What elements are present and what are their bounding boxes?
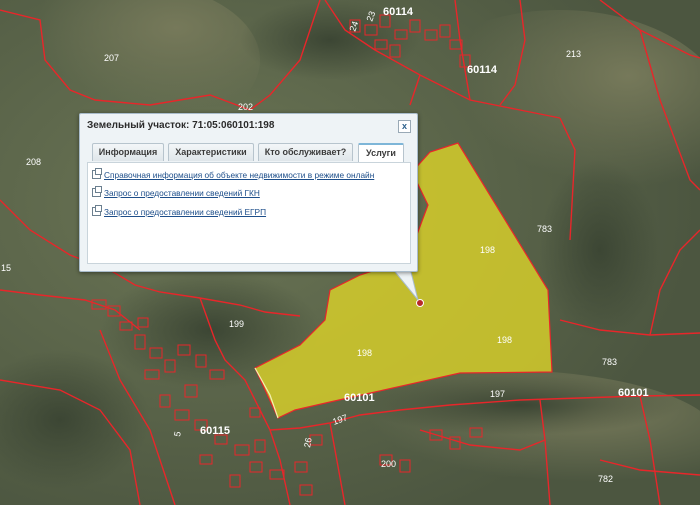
selected-parcel-label: 198 <box>480 245 495 255</box>
selected-parcel-label: 198 <box>357 348 372 358</box>
link-egrp-request-label[interactable]: Запрос о предоставлении сведений ЕГРП <box>104 207 266 217</box>
parcel-label: 202 <box>238 102 253 112</box>
external-link-icon <box>92 186 102 197</box>
selected-parcel-label: 198 <box>497 335 512 345</box>
map-marker-icon[interactable] <box>416 299 424 307</box>
close-icon[interactable]: x <box>398 120 411 133</box>
link-reference-info-label[interactable]: Справочная информация об объекте недвижи… <box>104 170 374 180</box>
parcel-label: 783 <box>602 357 617 367</box>
quarter-label: 60101 <box>344 392 375 404</box>
tab-information[interactable]: Информация <box>92 143 164 161</box>
services-panel: Справочная информация об объекте недвижи… <box>87 162 411 264</box>
link-gkn-request-label[interactable]: Запрос о предоставлении сведений ГКН <box>104 188 260 198</box>
tab-characteristics[interactable]: Характеристики <box>168 143 254 161</box>
link-gkn-request[interactable]: Запрос о предоставлении сведений ГКН <box>92 186 260 198</box>
tab-services[interactable]: Услуги <box>358 143 404 164</box>
parcel-label: 26 <box>302 437 314 449</box>
link-reference-info[interactable]: Справочная информация об объекте недвижи… <box>92 168 374 180</box>
quarter-label: 60115 <box>200 425 230 437</box>
tab-who-serves[interactable]: Кто обслуживает? <box>258 143 353 161</box>
forest-patch <box>540 160 660 340</box>
parcel-label: 199 <box>229 319 244 329</box>
parcel-label: 200 <box>381 459 396 469</box>
parcel-label: 782 <box>598 474 613 484</box>
external-link-icon <box>92 168 102 179</box>
link-egrp-request[interactable]: Запрос о предоставлении сведений ЕГРП <box>92 205 266 217</box>
quarter-label: 60114 <box>467 64 498 76</box>
quarter-label: 60114 <box>383 6 414 18</box>
parcel-info-popup: Земельный участок: 71:05:060101:198 x Ин… <box>79 113 418 272</box>
parcel-label: 15 <box>1 263 11 273</box>
external-link-icon <box>92 205 102 216</box>
quarter-label: 60101 <box>618 387 649 399</box>
parcel-label: 197 <box>490 389 505 399</box>
parcel-label: 207 <box>104 53 119 63</box>
popup-title: Земельный участок: 71:05:060101:198 <box>87 120 275 131</box>
parcel-label: 783 <box>537 224 552 234</box>
parcel-label: 213 <box>566 49 581 59</box>
parcel-label: 208 <box>26 157 41 167</box>
